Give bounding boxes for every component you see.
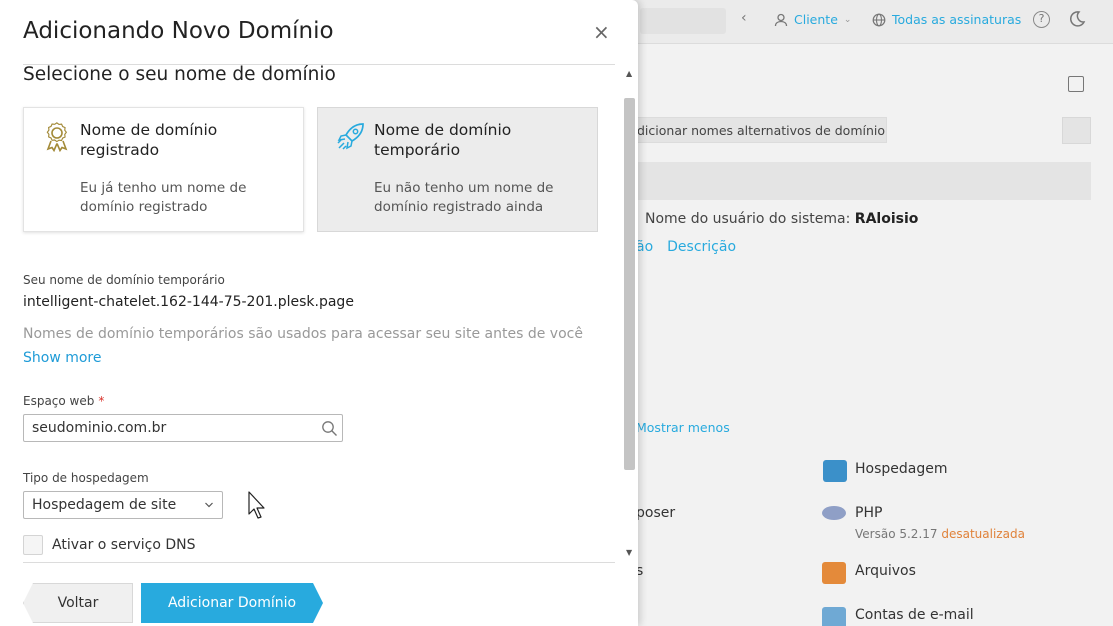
user-menu-label: Cliente <box>794 12 838 27</box>
add-alias-button[interactable]: dicionar nomes alternativos de domínio <box>620 117 887 143</box>
temp-domain-note: Nomes de domínio temporários são usados … <box>23 326 583 342</box>
section-band <box>620 162 1091 200</box>
show-less-link[interactable]: Mostrar menos <box>636 420 730 435</box>
link-partial[interactable]: ão <box>636 239 653 255</box>
card-temporary-domain[interactable]: Nome de domínio temporário Eu não tenho … <box>317 107 598 232</box>
webspace-label-text: Espaço web <box>23 394 95 408</box>
mouse-cursor-icon <box>248 491 265 519</box>
required-mark: * <box>98 394 105 408</box>
webspace-input[interactable] <box>24 415 309 441</box>
tile-composer[interactable]: poser <box>636 505 675 521</box>
webspace-field[interactable] <box>23 414 343 442</box>
user-menu[interactable]: Cliente ⌄ <box>774 12 851 27</box>
collapse-panel-icon[interactable] <box>1068 76 1084 92</box>
award-icon <box>46 122 68 152</box>
close-icon[interactable]: × <box>593 22 610 42</box>
section-title: Selecione o seu nome de domínio <box>23 64 336 85</box>
php-icon <box>822 506 846 520</box>
folder-icon <box>822 562 846 584</box>
system-user: Nome do usuário do sistema: RAloisio <box>645 211 918 227</box>
tile-hosting[interactable]: Hospedagem <box>855 461 948 477</box>
dns-checkbox[interactable] <box>23 535 43 555</box>
card-title: Nome de domínio registrado <box>80 121 218 159</box>
hosting-type-value: Hospedagem de site <box>32 497 177 513</box>
tile-email[interactable]: Contas de e-mail <box>855 607 974 623</box>
moon-icon[interactable] <box>1068 10 1086 28</box>
link-description[interactable]: Descrição <box>667 239 736 255</box>
show-more-link[interactable]: Show more <box>23 350 102 366</box>
webspace-label: Espaço web * <box>23 394 104 408</box>
card-registered-domain[interactable]: Nome de domínio registrado Eu já tenho u… <box>23 107 304 232</box>
rocket-icon <box>337 123 364 150</box>
php-status: desatualizada <box>941 527 1025 541</box>
card-description: Eu não tenho um nome de domínio registra… <box>374 180 554 215</box>
divider-bottom <box>23 562 615 563</box>
scroll-down-arrow[interactable]: ▼ <box>626 548 632 557</box>
globe-icon <box>872 13 886 26</box>
php-version-text: Versão 5.2.17 <box>855 527 938 541</box>
dns-label: Ativar o serviço DNS <box>52 537 196 553</box>
wrench-icon[interactable] <box>1062 117 1091 144</box>
user-icon <box>774 13 788 26</box>
help-icon[interactable]: ? <box>1033 11 1050 28</box>
add-domain-dialog: Adicionando Novo Domínio × Selecione o s… <box>0 0 638 626</box>
back-button[interactable]: Voltar <box>23 583 133 623</box>
mail-icon <box>822 607 846 626</box>
chevron-down-icon <box>205 502 213 508</box>
dialog-title: Adicionando Novo Domínio <box>23 18 334 44</box>
hosting-type-select[interactable]: Hospedagem de site <box>23 491 223 519</box>
php-version: Versão 5.2.17 desatualizada <box>855 527 1025 541</box>
chevron-left-icon[interactable]: ‹ <box>741 10 747 26</box>
subscriptions-label: Todas as assinaturas <box>892 12 1022 27</box>
temp-domain-value: intelligent-chatelet.162-144-75-201.ples… <box>23 294 354 310</box>
search-icon[interactable] <box>321 420 338 437</box>
card-description: Eu já tenho um nome de domínio registrad… <box>80 180 247 215</box>
chevron-down-icon: ⌄ <box>843 14 852 25</box>
system-user-prefix: Nome do usuário do sistema: <box>645 211 851 227</box>
temp-domain-label: Seu nome de domínio temporário <box>23 273 225 287</box>
search-box[interactable] <box>640 8 726 34</box>
tile-files[interactable]: Arquivos <box>855 563 916 579</box>
background-links: ão Descrição <box>636 239 736 255</box>
system-user-name: RAloisio <box>854 211 919 227</box>
tile-php[interactable]: PHP <box>855 505 882 521</box>
card-title: Nome de domínio temporário <box>374 121 512 159</box>
add-domain-button[interactable]: Adicionar Domínio <box>141 583 323 623</box>
scroll-up-arrow[interactable]: ▲ <box>626 69 632 78</box>
hosting-type-label: Tipo de hospedagem <box>23 471 149 485</box>
subscriptions-menu[interactable]: Todas as assinaturas <box>872 12 1021 27</box>
scrollbar-thumb[interactable] <box>624 98 635 470</box>
hosting-icon <box>823 460 847 482</box>
dns-option: Ativar o serviço DNS <box>23 535 196 555</box>
